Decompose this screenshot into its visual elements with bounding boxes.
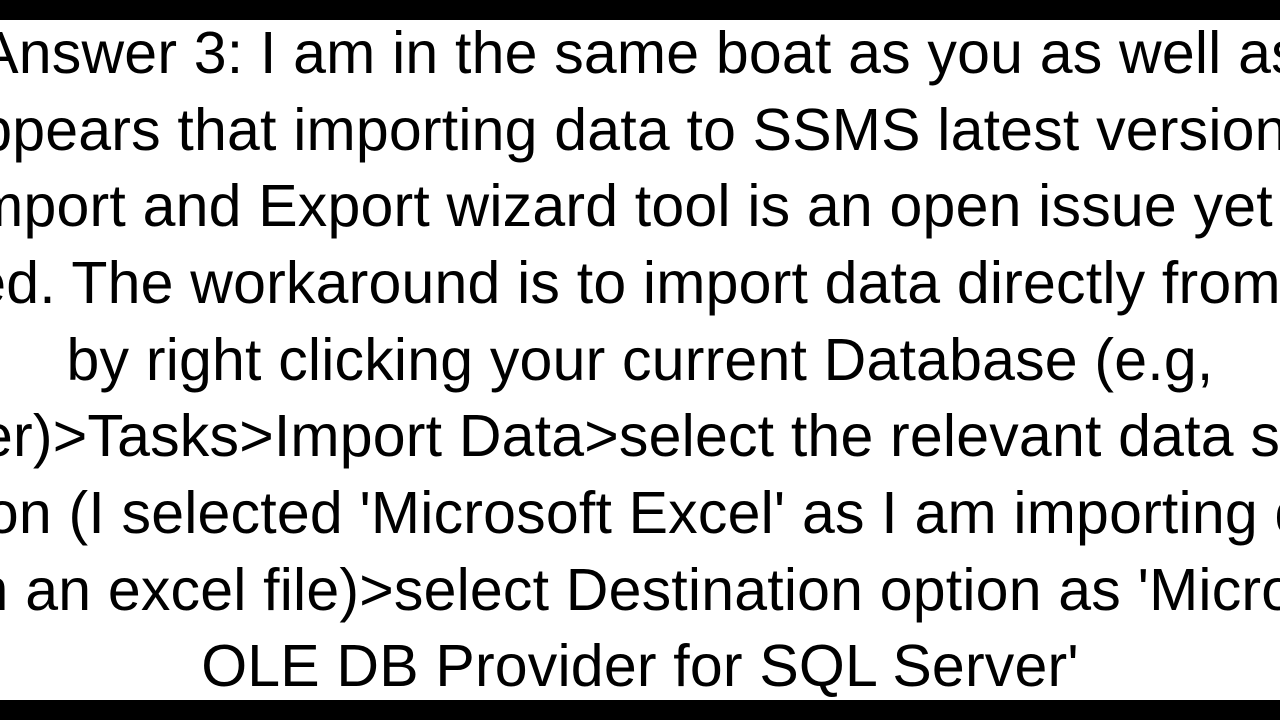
answer-line: master)>Tasks>Import Data>select the rel… [0, 398, 1280, 475]
answer-line: it appears that importing data to SSMS l… [0, 92, 1280, 169]
document-frame: Answer 3: I am in the same boat as you a… [0, 10, 1280, 710]
answer-line: resolved. The workaround is to import da… [0, 245, 1280, 322]
answer-line: from an excel file)>select Destination o… [0, 552, 1280, 629]
answer-line: the Import and Export wizard tool is an … [0, 168, 1280, 245]
answer-line: by right clicking your current Database … [0, 322, 1280, 399]
answer-text-block: Answer 3: I am in the same boat as you a… [0, 15, 1280, 705]
answer-line: Answer 3: I am in the same boat as you a… [0, 15, 1280, 92]
answer-line: OLE DB Provider for SQL Server' [0, 628, 1280, 705]
answer-line: option (I selected 'Microsoft Excel' as … [0, 475, 1280, 552]
